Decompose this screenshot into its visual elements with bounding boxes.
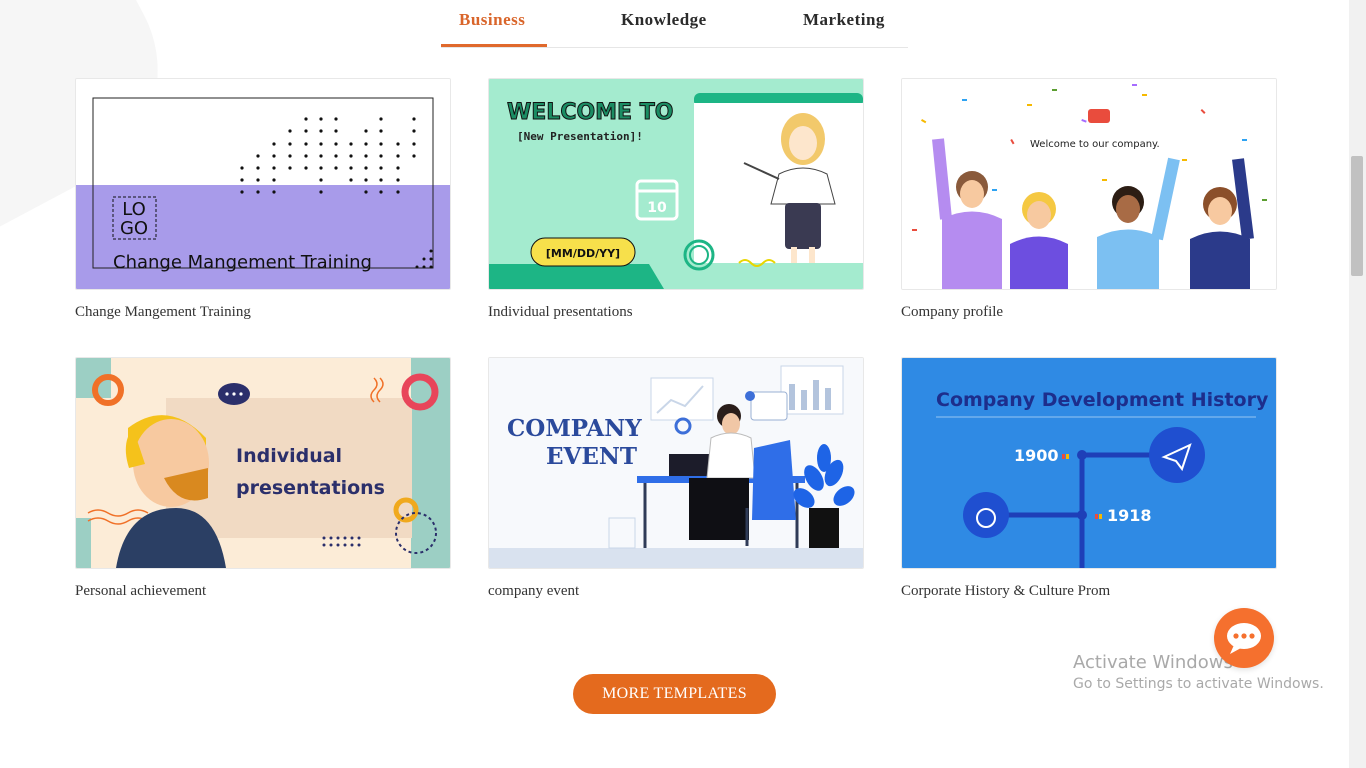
- thumbnail-line2: presentations: [236, 477, 385, 499]
- thumbnail-subheading: [New Presentation]!: [517, 130, 643, 143]
- windows-activation-watermark: Activate Windows Go to Settings to activ…: [1073, 652, 1324, 692]
- template-thumbnail[interactable]: Individual presentations: [75, 357, 451, 569]
- template-thumbnail[interactable]: Company Development History 1900 1918: [901, 357, 1277, 569]
- template-thumbnail[interactable]: LO GO Change Mangement Training: [75, 78, 451, 290]
- thumbnail-title: Change Mangement Training: [113, 252, 372, 273]
- template-thumbnail[interactable]: Welcome to our company.: [901, 78, 1277, 290]
- template-thumbnail[interactable]: COMPANY EVENT: [488, 357, 864, 569]
- timeline-year-2: 1918: [1107, 506, 1152, 525]
- scrollbar-thumb[interactable]: [1351, 156, 1363, 276]
- logo-placeholder-line2: GO: [120, 218, 148, 239]
- chat-bubble-icon: [1227, 623, 1261, 654]
- template-title[interactable]: Corporate History & Culture Prom: [901, 583, 1110, 600]
- tab-business[interactable]: Business: [459, 10, 525, 30]
- template-title[interactable]: Company profile: [901, 304, 1003, 321]
- active-tab-indicator: [441, 44, 547, 47]
- watermark-line2: Go to Settings to activate Windows.: [1073, 676, 1324, 692]
- more-templates-button[interactable]: MORE TEMPLATES: [573, 674, 776, 714]
- page-scrollbar[interactable]: [1349, 0, 1366, 768]
- thumbnail-heading: WELCOME TO: [507, 100, 673, 125]
- chat-button[interactable]: [1214, 608, 1274, 668]
- thumbnail-line1: COMPANY: [507, 415, 642, 442]
- template-title[interactable]: Individual presentations: [488, 304, 633, 321]
- template-thumbnail[interactable]: WELCOME TO [New Presentation]! 10 [MM/DD…: [488, 78, 864, 290]
- tab-knowledge[interactable]: Knowledge: [621, 10, 707, 30]
- template-title[interactable]: Personal achievement: [75, 583, 206, 600]
- thumbnail-date: [MM/DD/YY]: [546, 247, 620, 260]
- thumbnail-title: Company Development History: [936, 389, 1269, 411]
- template-title[interactable]: Change Mangement Training: [75, 304, 251, 321]
- watermark-line1: Activate Windows: [1073, 652, 1233, 673]
- template-title[interactable]: company event: [488, 583, 579, 600]
- thumbnail-line2: EVENT: [546, 443, 637, 470]
- category-tabs: Business Knowledge Marketing: [441, 0, 908, 48]
- tab-marketing[interactable]: Marketing: [803, 10, 885, 30]
- timeline-year-1: 1900: [1014, 446, 1059, 465]
- calendar-day: 10: [647, 200, 667, 216]
- thumbnail-welcome: Welcome to our company.: [1030, 139, 1160, 150]
- thumbnail-line1: Individual: [236, 445, 342, 467]
- logo-placeholder-line1: LO: [122, 199, 146, 220]
